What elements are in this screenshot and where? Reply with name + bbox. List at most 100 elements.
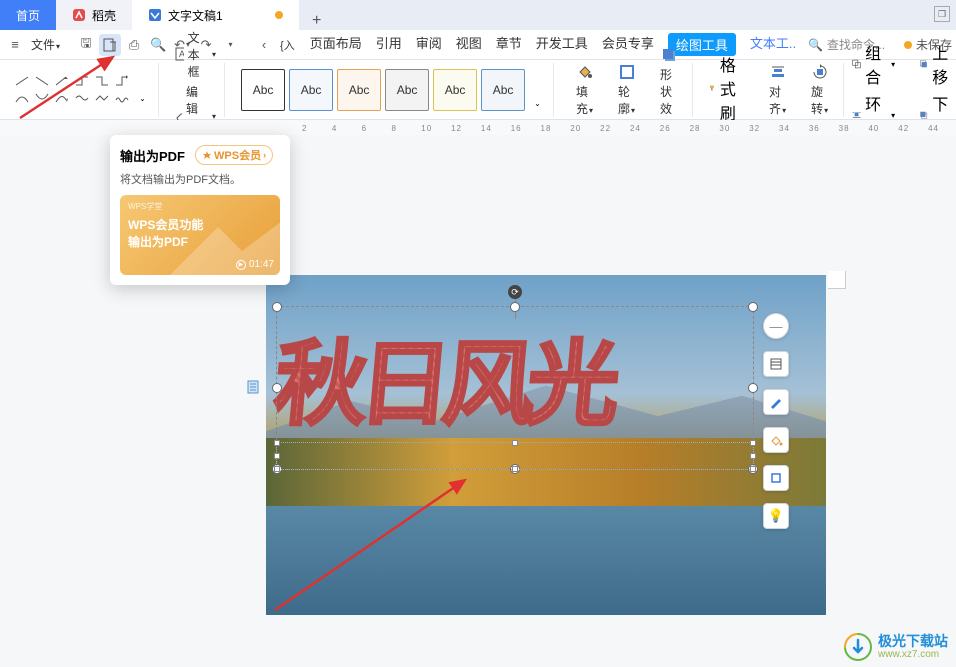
tab-references[interactable]: 引用: [376, 33, 402, 56]
move-up-button[interactable]: 上移: [919, 40, 953, 88]
shape-more-icon[interactable]: ⌄: [134, 91, 150, 105]
tab-view[interactable]: 视图: [456, 33, 482, 56]
handle-mr[interactable]: [748, 383, 758, 393]
ruler-tick: 42: [898, 124, 926, 133]
ruler-tick: 16: [511, 124, 539, 133]
insert-start[interactable]: {入: [277, 37, 298, 53]
rotate-handle[interactable]: ⟳: [508, 285, 522, 299]
ihandle[interactable]: [750, 440, 756, 446]
style-preset-2[interactable]: Abc: [289, 69, 333, 111]
shape-scribble-icon[interactable]: [114, 91, 130, 105]
tab-text-tools[interactable]: 文本工..: [750, 33, 796, 56]
ihandle[interactable]: [274, 453, 280, 459]
textbox-button[interactable]: A 文本框▾: [175, 29, 216, 80]
shape-line-icon[interactable]: [14, 74, 30, 88]
shape-free1-icon[interactable]: [74, 91, 90, 105]
handle-tl[interactable]: [272, 302, 282, 312]
ruler-tick: 32: [749, 124, 777, 133]
fill-button[interactable]: 填充▾: [570, 63, 600, 117]
float-collapse-button[interactable]: —: [763, 313, 789, 339]
shape-elbow2-icon[interactable]: [94, 74, 110, 88]
tab-label: 文字文稿1: [168, 7, 223, 24]
tab-page-layout[interactable]: 页面布局: [310, 33, 362, 56]
file-menu[interactable]: 文件▾: [28, 36, 63, 53]
tooltip-desc: 将文档输出为PDF文档。: [120, 171, 280, 187]
outline-button[interactable]: 轮廓▾: [612, 63, 642, 117]
style-preset-4[interactable]: Abc: [385, 69, 429, 111]
float-pen-button[interactable]: [763, 389, 789, 415]
ruler-tick: 24: [630, 124, 658, 133]
tab-document[interactable]: 文字文稿1: [132, 0, 299, 30]
ruler-tick: 40: [868, 124, 896, 133]
watermark-url: www.xz7.com: [878, 649, 948, 660]
shape-curve-arrow-icon[interactable]: [54, 91, 70, 105]
shape-line2-icon[interactable]: [34, 74, 50, 88]
handle-ml[interactable]: [272, 383, 282, 393]
tooltip-thumb-label: WPS学堂: [128, 201, 162, 212]
tab-review[interactable]: 审阅: [416, 33, 442, 56]
ihandle[interactable]: [512, 466, 518, 472]
float-fill-button[interactable]: [763, 427, 789, 453]
format-painter-button[interactable]: 格式刷: [709, 52, 743, 124]
wps-vip-badge[interactable]: WPS会员 ›: [195, 145, 273, 165]
tooltip-video-thumb[interactable]: WPS学堂 WPS会员功能 输出为PDF ▶ 01:47: [120, 195, 280, 275]
shape-arrow-icon[interactable]: [54, 74, 70, 88]
page-corner: [828, 271, 846, 289]
style-preset-6[interactable]: Abc: [481, 69, 525, 111]
handle-tm[interactable]: [510, 302, 520, 312]
shape-elbow-icon[interactable]: [74, 74, 90, 88]
align-button[interactable]: 对齐▾: [763, 63, 793, 117]
float-crop-button[interactable]: [763, 465, 789, 491]
ihandle[interactable]: [274, 440, 280, 446]
inner-selection[interactable]: [276, 442, 754, 470]
unsaved-dot-icon: [904, 41, 912, 49]
style-preset-3[interactable]: Abc: [337, 69, 381, 111]
tab-daoqiao[interactable]: 稻壳: [56, 0, 132, 30]
ruler-tick: 18: [541, 124, 569, 133]
ruler-tick: 30: [719, 124, 747, 133]
style-preset-1[interactable]: Abc: [241, 69, 285, 111]
group-button[interactable]: 组合▾: [852, 40, 895, 88]
ruler-tick: 8: [391, 124, 419, 133]
arrange-group: 对齐▾ 旋转▾: [755, 63, 844, 117]
ruler-tick: 26: [660, 124, 688, 133]
rotate-button[interactable]: 旋转▾: [805, 63, 835, 117]
ihandle[interactable]: [512, 440, 518, 446]
page-mark-icon: [247, 380, 261, 394]
style-preset-5[interactable]: Abc: [433, 69, 477, 111]
print-icon[interactable]: ⎙: [123, 34, 145, 56]
collapse-ribbon-icon[interactable]: ‹: [253, 34, 275, 56]
shape-free2-icon[interactable]: [94, 91, 110, 105]
float-idea-button[interactable]: 💡: [763, 503, 789, 529]
window-icon[interactable]: ❐: [934, 6, 950, 22]
handle-tr[interactable]: [748, 302, 758, 312]
ruler-tick: 6: [362, 124, 390, 133]
tab-home[interactable]: 首页: [0, 0, 56, 30]
shape-elbow-arrow-icon[interactable]: [114, 74, 130, 88]
shapes-group: ⌄: [6, 63, 159, 117]
ruler-tick: 2: [302, 124, 330, 133]
menu-hamburger-icon[interactable]: ≡: [4, 34, 26, 56]
shape-curve2-icon[interactable]: [34, 91, 50, 105]
export-pdf-icon[interactable]: [99, 34, 121, 56]
new-tab-button[interactable]: +: [299, 12, 335, 30]
tab-label: 稻壳: [92, 7, 116, 24]
float-layout-button[interactable]: [763, 351, 789, 377]
preview-icon[interactable]: 🔍: [147, 34, 169, 56]
tooltip-popup: 输出为PDF WPS会员 › 将文档输出为PDF文档。 WPS学堂 WPS会员功…: [110, 135, 290, 285]
style-more-icon[interactable]: ⌄: [529, 97, 545, 111]
ihandle[interactable]: [750, 466, 756, 472]
search-icon: 🔍: [808, 38, 823, 52]
save-icon[interactable]: 🖫: [75, 34, 97, 56]
ihandle[interactable]: [274, 466, 280, 472]
tooltip-thumb-time: ▶ 01:47: [236, 259, 274, 270]
dropdown-icon[interactable]: ▾: [219, 34, 241, 56]
tab-chapter[interactable]: 章节: [496, 33, 522, 56]
outline-icon: [618, 63, 636, 81]
shape-curve-icon[interactable]: [14, 91, 30, 105]
watermark: 极光下载站 www.xz7.com: [844, 633, 948, 661]
ruler-tick: 22: [600, 124, 628, 133]
ihandle[interactable]: [750, 453, 756, 459]
play-icon: ▶: [236, 260, 246, 270]
styles-group: Abc Abc Abc Abc Abc Abc ⌄: [233, 63, 554, 117]
